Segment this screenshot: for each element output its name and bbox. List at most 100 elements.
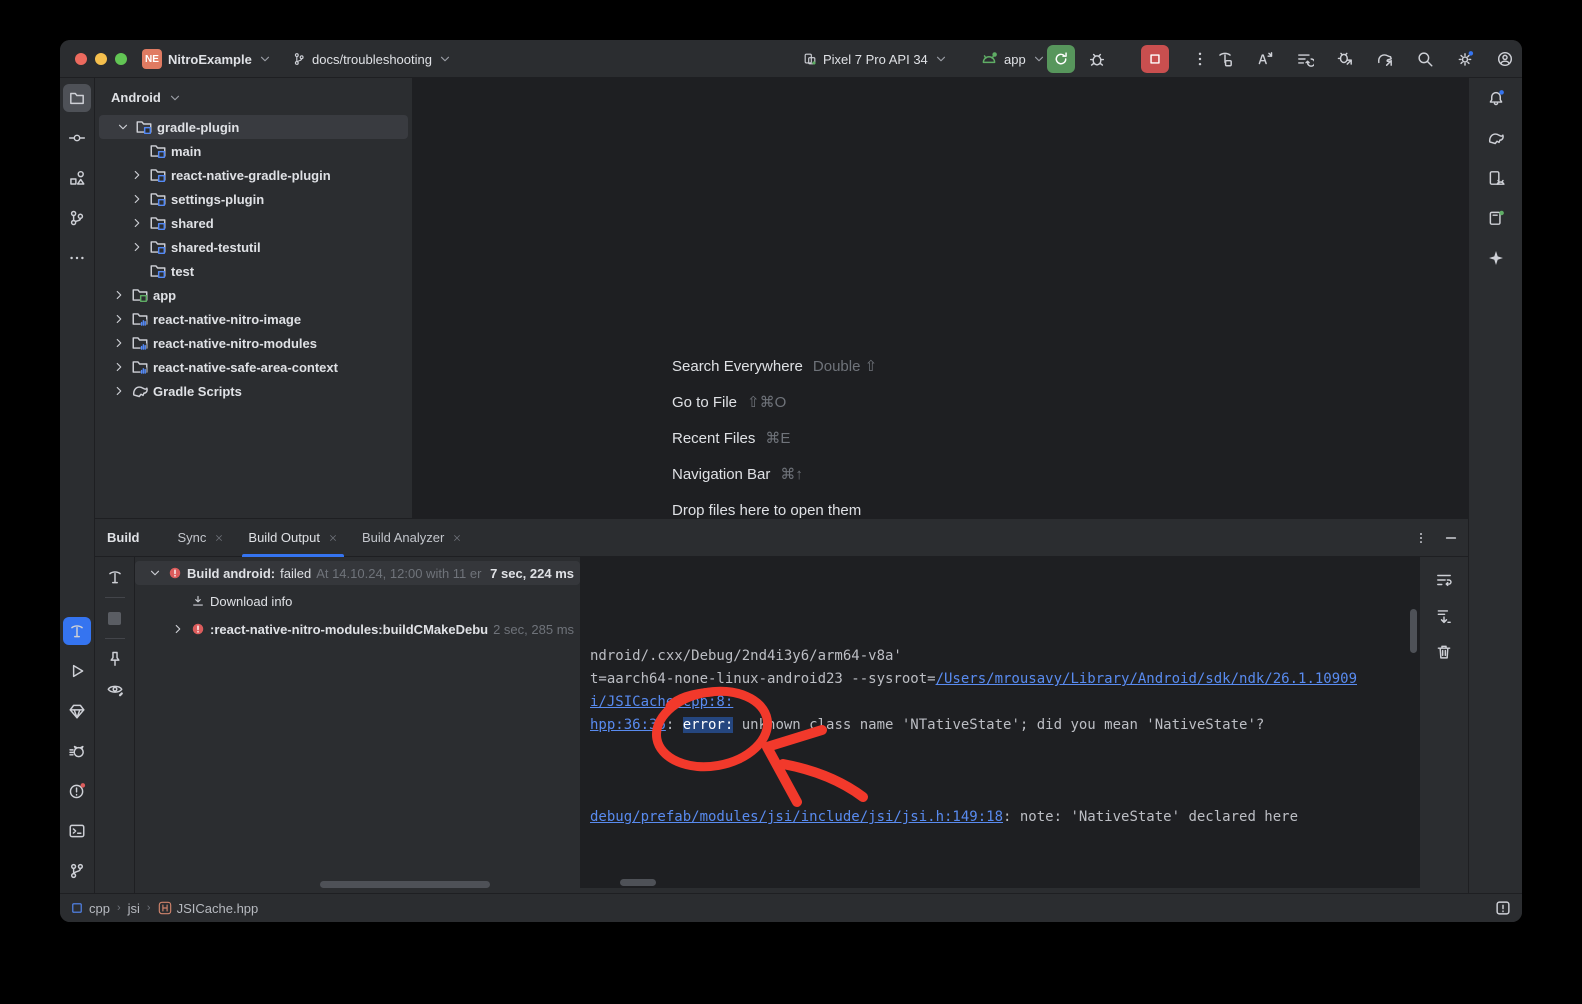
tool-window-button-terminal[interactable] — [63, 817, 91, 845]
clear-all-button[interactable] — [1433, 641, 1455, 663]
status-indicator-icon[interactable] — [1494, 899, 1512, 917]
tree-chevron[interactable] — [170, 622, 186, 636]
zoom-window-button[interactable] — [115, 53, 127, 65]
console-hscrollbar[interactable] — [620, 879, 656, 886]
debug-button[interactable] — [1083, 45, 1111, 73]
tab-label: Build Analyzer — [362, 530, 444, 545]
breadcrumb-item[interactable]: jsi — [128, 901, 140, 916]
project-tree-item-react-native-gradle-plugin[interactable]: react-native-gradle-plugin — [95, 163, 412, 187]
tree-chevron[interactable] — [111, 312, 127, 326]
build-options-kebab-icon[interactable] — [1414, 531, 1428, 545]
run-configuration-selector[interactable]: app — [980, 40, 1046, 78]
project-view-selector[interactable]: Android — [95, 78, 412, 115]
folder-module-icon — [149, 238, 167, 256]
project-tree-item-react-native-nitro-modules[interactable]: react-native-nitro-modules — [95, 331, 412, 355]
project-tree-item-shared-testutil[interactable]: shared-testutil — [95, 235, 412, 259]
device-selector[interactable]: Pixel 7 Pro API 34 — [803, 40, 948, 78]
project-tree-item-settings-plugin[interactable]: settings-plugin — [95, 187, 412, 211]
eye-icon — [106, 680, 124, 698]
tree-chevron[interactable] — [129, 240, 145, 254]
tool-window-button-app-quality-insights[interactable] — [63, 697, 91, 725]
build-tree-hscrollbar[interactable] — [320, 881, 490, 888]
breadcrumb-item[interactable]: JSICache.hpp — [158, 901, 259, 916]
attach-debugger-button[interactable] — [1331, 45, 1359, 73]
minimize-window-button[interactable] — [95, 53, 107, 65]
tree-chevron[interactable] — [129, 192, 145, 206]
close-tab-icon[interactable] — [328, 533, 338, 543]
tool-window-button-device-manager[interactable] — [1482, 164, 1510, 192]
more-run-options-button[interactable] — [1186, 45, 1214, 73]
apply-changes-button[interactable] — [1251, 45, 1279, 73]
breadcrumb-item[interactable]: cpp — [70, 901, 110, 916]
project-tree-item-gradle-plugin[interactable]: gradle-plugin — [99, 115, 408, 139]
project-tree-item-shared[interactable]: shared — [95, 211, 412, 235]
tree-chevron[interactable] — [129, 168, 145, 182]
pin-tab-button[interactable] — [103, 647, 127, 671]
tool-window-button-project[interactable] — [63, 84, 91, 112]
project-tree-item-main[interactable]: main — [95, 139, 412, 163]
tool-window-button-version-control[interactable] — [63, 857, 91, 885]
device-icon — [803, 52, 817, 66]
console-file-link[interactable]: i/JSICache.cpp:8: — [590, 694, 733, 710]
tool-window-button-run[interactable] — [63, 657, 91, 685]
commit-icon — [68, 129, 86, 147]
build-tree-item[interactable]: Build android: failedAt 14.10.24, 12:00 … — [135, 561, 580, 585]
build-project-button[interactable] — [1211, 45, 1239, 73]
tool-window-button-resource-manager[interactable] — [63, 164, 91, 192]
project-tree-item-test[interactable]: test — [95, 259, 412, 283]
tool-window-button-assistant[interactable] — [1482, 244, 1510, 272]
tool-window-button-running-devices[interactable] — [1482, 204, 1510, 232]
tree-chevron[interactable] — [111, 288, 127, 302]
gradle-sync-button[interactable] — [1371, 45, 1399, 73]
close-tab-icon[interactable] — [452, 533, 462, 543]
tree-chevron[interactable] — [111, 336, 127, 350]
project-tree-item-app[interactable]: app — [95, 283, 412, 307]
search-everywhere-button[interactable] — [1411, 45, 1439, 73]
build-tab-build-output[interactable]: Build Output — [236, 519, 350, 557]
tool-window-button-problems[interactable] — [63, 777, 91, 805]
console-file-link[interactable]: debug/prefab/modules/jsi/include/jsi/jsi… — [590, 809, 1003, 825]
project-widget[interactable]: NE NitroExample — [142, 40, 272, 78]
console-file-link[interactable]: hpp:36:36 — [590, 717, 666, 733]
build-tree-item[interactable]: Download info — [135, 589, 580, 613]
rerun-button[interactable] — [1047, 45, 1075, 73]
apply-code-changes-button[interactable] — [1291, 45, 1319, 73]
tree-chevron[interactable] — [147, 566, 163, 580]
settings-button[interactable] — [1451, 45, 1479, 73]
hide-tool-window-icon[interactable] — [1444, 531, 1458, 545]
account-button[interactable] — [1491, 45, 1519, 73]
breadcrumb-label: JSICache.hpp — [177, 901, 259, 916]
build-tree-item[interactable]: :react-native-nitro-modules:buildCMakeDe… — [135, 617, 580, 641]
console-vscrollbar[interactable] — [1410, 609, 1417, 653]
tool-window-button-commit[interactable] — [63, 124, 91, 152]
soft-wrap-button[interactable] — [1433, 569, 1455, 591]
project-tree-item-Gradle Scripts[interactable]: Gradle Scripts — [95, 379, 412, 403]
shortcut-keys: Double ⇧ — [813, 357, 877, 375]
rerun-build-button[interactable] — [103, 565, 127, 589]
build-tab-sync[interactable]: Sync — [166, 519, 237, 557]
tool-window-button-gradle[interactable] — [1482, 124, 1510, 152]
tool-window-button-logcat[interactable] — [63, 737, 91, 765]
tree-chevron[interactable] — [129, 216, 145, 230]
view-options-button[interactable] — [103, 677, 127, 701]
tree-chevron[interactable] — [111, 384, 127, 398]
settings-gear-icon — [1456, 50, 1474, 68]
tool-window-button-vcs-graph[interactable] — [63, 204, 91, 232]
tool-window-button-more-tools[interactable] — [63, 244, 91, 272]
console-line: ndroid/.cxx/Debug/2nd4i3y6/arm64-v8a' — [590, 645, 1420, 668]
console-file-link[interactable]: /Users/mrousavy/Library/Android/sdk/ndk/… — [936, 671, 1357, 687]
tree-chevron[interactable] — [111, 360, 127, 374]
project-tree-item-react-native-safe-area-context[interactable]: react-native-safe-area-context — [95, 355, 412, 379]
close-tab-icon[interactable] — [214, 533, 224, 543]
close-window-button[interactable] — [75, 53, 87, 65]
tool-window-button-build[interactable] — [63, 617, 91, 645]
vcs-branch-widget[interactable]: docs/troubleshooting — [292, 40, 452, 78]
project-tree-item-react-native-nitro-image[interactable]: react-native-nitro-image — [95, 307, 412, 331]
tool-window-button-notifications[interactable] — [1482, 84, 1510, 112]
stop-button[interactable] — [1141, 45, 1169, 73]
build-tab-build-analyzer[interactable]: Build Analyzer — [350, 519, 474, 557]
scroll-to-end-button[interactable] — [1433, 605, 1455, 627]
stop-build-button[interactable] — [103, 606, 127, 630]
shortcut-keys: ⇧⌘O — [747, 393, 786, 411]
tree-chevron[interactable] — [115, 120, 131, 134]
